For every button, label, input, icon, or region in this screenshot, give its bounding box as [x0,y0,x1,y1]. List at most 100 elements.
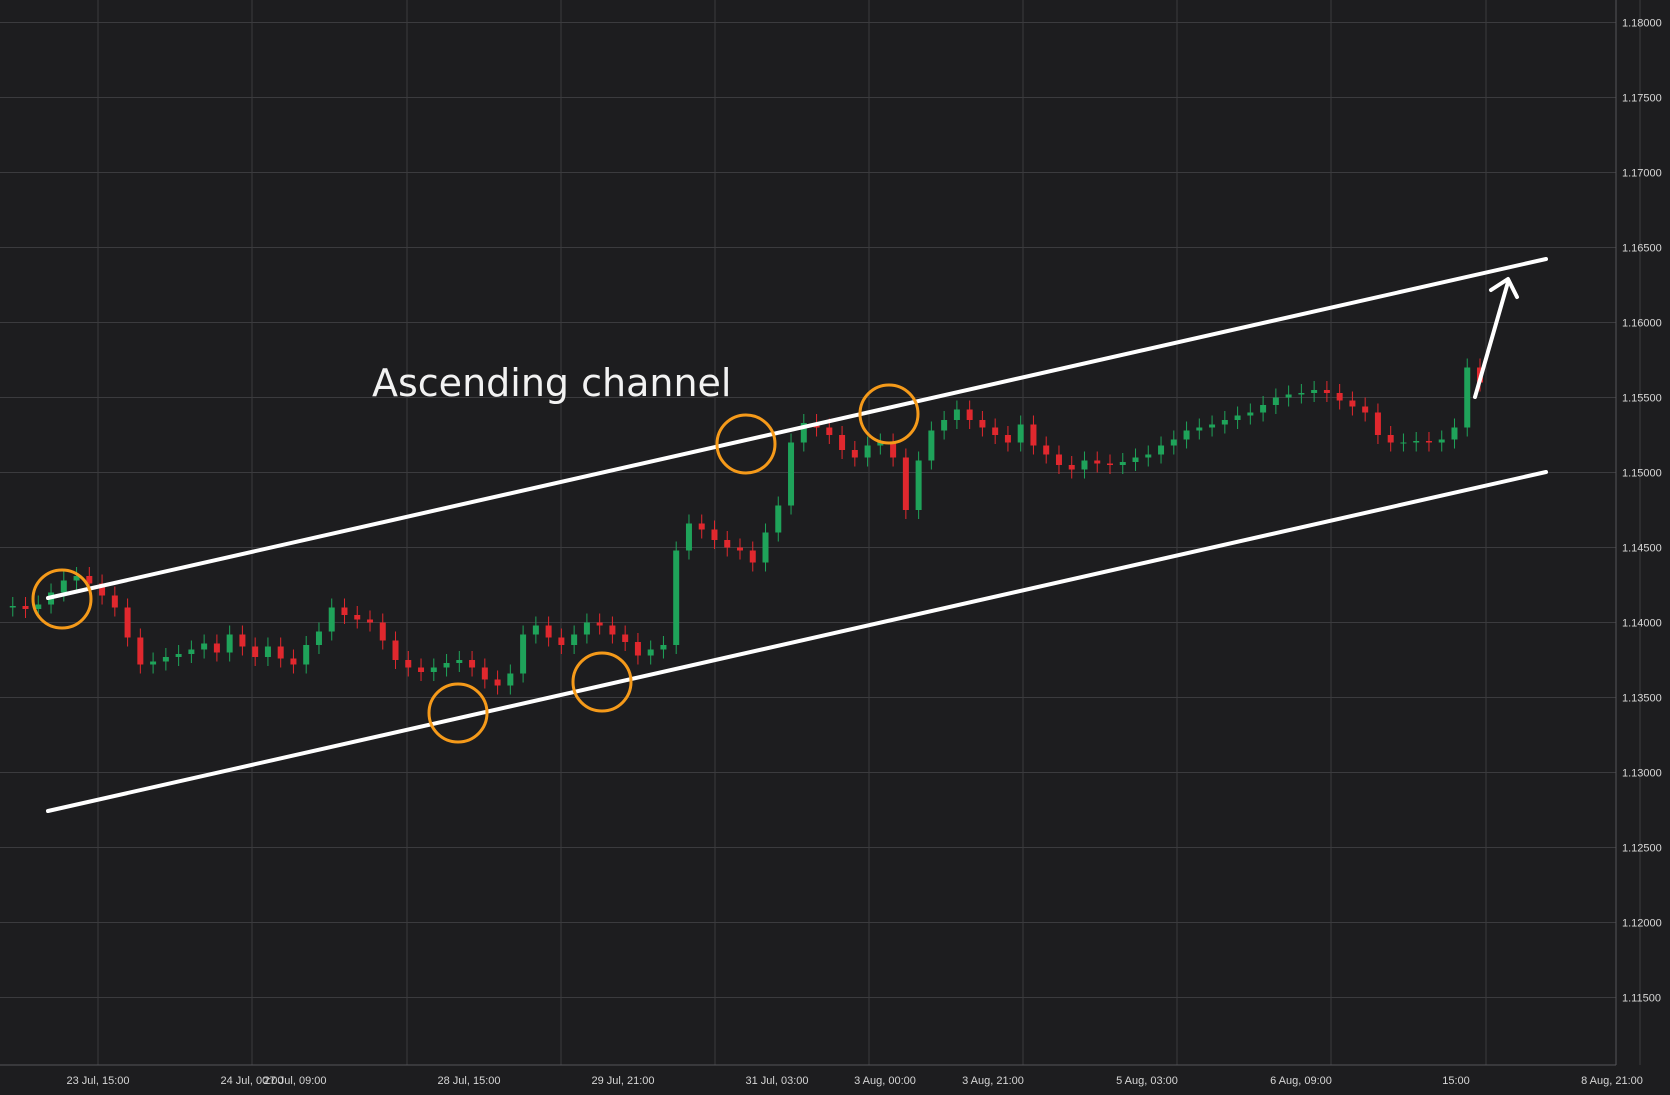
candle-body [1323,390,1330,393]
candle-body [1451,427,1458,440]
candle-body [303,645,310,665]
candle-body [1107,463,1113,465]
candle-body [1438,439,1445,443]
candle-body [839,435,846,450]
candle-body [430,667,437,672]
candle-body [252,646,259,657]
y-tick-label: 1.18000 [1622,18,1662,30]
candle-body [685,523,692,551]
candle-body [1260,405,1267,413]
candle-body [367,619,373,623]
candle-body [469,660,476,668]
x-tick-label: 15:00 [1442,1075,1470,1087]
candle-body [328,607,335,632]
candle-body [405,660,412,668]
candle-body [137,637,144,665]
candle-body [9,606,16,608]
candle-body [22,606,29,609]
candle-body [1196,427,1203,431]
candle-body [354,615,361,620]
y-tick-label: 1.13000 [1622,768,1662,780]
candle-body [1068,465,1075,470]
x-tick-label: 29 Jul, 21:00 [592,1075,655,1087]
y-tick-label: 1.16500 [1622,243,1662,255]
annotations: Ascending channel [31,257,1548,813]
y-tick-label: 1.12000 [1622,918,1662,930]
candle-body [35,604,42,609]
candle-body [749,550,756,563]
y-tick-label: 1.16000 [1622,318,1662,330]
candle-body [443,663,450,668]
candle-body [481,667,488,680]
candle-body [1247,412,1254,416]
channel-touch-highlight [31,568,93,630]
candle-body [979,420,986,428]
candle-body [1336,393,1343,401]
candle-body [239,634,246,647]
candle-body [1004,435,1011,443]
x-tick-label: 6 Aug, 09:00 [1270,1075,1332,1087]
candle-body [1119,462,1126,465]
candle-body [507,673,514,686]
candle-body [1311,390,1318,393]
candle-body [634,642,641,656]
candle-body [953,409,960,420]
y-tick-label: 1.15500 [1622,393,1662,405]
candle-body [1221,420,1228,425]
chart-container: 1.11500 1.12000 1.12500 1.13000 1.13500 1.140… [0,0,1670,1095]
candle-body [1349,400,1356,407]
candle-body [150,661,157,665]
candle-body [1387,435,1394,443]
x-axis-tick-labels: 23 Jul, 15:00 24 Jul, 00:0027 Jul, 09:00 2… [67,1075,1643,1087]
candle-body [609,625,616,635]
candle-body [290,658,297,665]
candle-body [494,679,501,686]
candle-body [1145,454,1152,458]
y-tick-label: 1.15000 [1622,468,1662,480]
candle-body [992,427,999,435]
candle-body [456,660,463,663]
candle-body [622,634,629,642]
x-tick-label: 5 Aug, 03:00 [1116,1075,1178,1087]
candle-body [315,631,322,645]
candle-body [1285,394,1292,398]
candle-body [213,643,220,653]
candle-body [583,622,590,635]
grid-lines [0,0,1641,1065]
candle-body [175,654,182,657]
candle-body [1413,441,1420,443]
candle-body [596,622,603,626]
axes [0,0,1617,1066]
candle-body [111,595,118,608]
candle-body [941,420,948,431]
candle-body [188,649,195,654]
y-tick-label: 1.14000 [1622,618,1662,630]
candle-body [1132,457,1139,462]
candle-body [724,540,731,548]
candle-body [60,580,67,593]
candle-body [571,634,578,645]
candlestick-chart: 1.11500 1.12000 1.12500 1.13000 1.13500 1.140… [0,0,1662,1087]
candle-body [851,450,858,458]
candle-body [775,505,782,533]
x-tick-label: 8 Aug, 21:00 [1581,1075,1643,1087]
candle-body [1298,393,1305,395]
candle-body [1030,424,1037,446]
candle-body [711,529,718,540]
candle-body [532,625,539,635]
candle-body [558,637,565,645]
candle-body [1183,430,1190,440]
channel-annotation-label: Ascending channel [372,361,731,405]
candle-body [902,457,909,510]
x-tick-label: 28 Jul, 15:00 [438,1075,501,1087]
candle-body [788,442,795,506]
candle-body [1209,424,1216,428]
x-tick-label: 23 Jul, 15:00 [67,1075,130,1087]
candle-body [928,430,935,461]
candle-body [737,547,743,551]
candle-body [264,646,271,657]
candle-body [379,622,386,641]
candle-body [660,645,667,650]
y-tick-label: 1.11500 [1622,993,1661,1005]
x-tick-label: 31 Jul, 03:00 [746,1075,809,1087]
